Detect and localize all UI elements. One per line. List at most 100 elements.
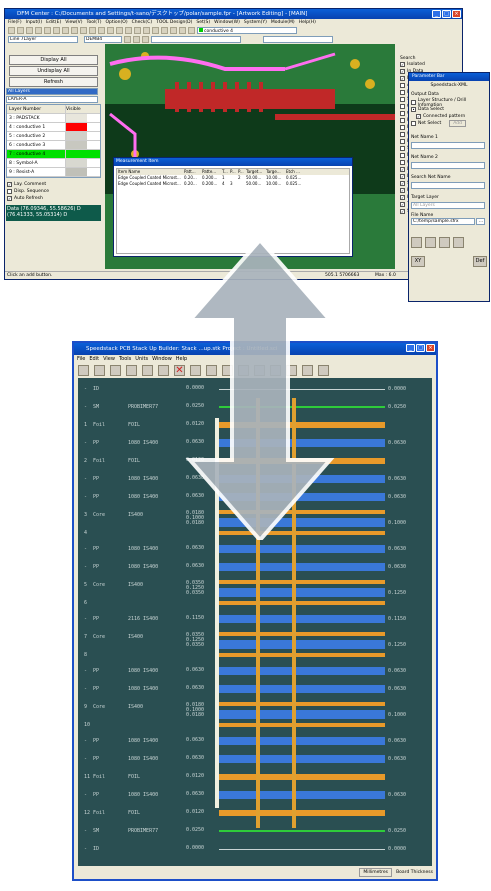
layer-row[interactable]: 7 : conductive 4 [7, 150, 100, 159]
close-button[interactable]: × [426, 344, 435, 352]
net-name-1-field[interactable] [411, 142, 485, 149]
toolbar-button[interactable] [188, 27, 195, 34]
toolbar-button[interactable] [8, 27, 15, 34]
stack-layer-row[interactable]: - PP 1080 IS400 0.0630 0.0630 [78, 734, 432, 748]
display-all-button[interactable]: Display All [9, 55, 98, 65]
menu-item[interactable]: Window [152, 355, 172, 363]
toolbar-button[interactable] [35, 27, 42, 34]
toolbar-button[interactable] [152, 27, 159, 34]
stack-layer-row[interactable]: - PP 1080 IS400 0.0630 0.0630 [78, 664, 432, 678]
layer-color-swatch[interactable] [65, 159, 87, 167]
maximize-button[interactable]: □ [442, 10, 451, 18]
toolbar-button[interactable] [143, 27, 150, 34]
toolbar-button[interactable] [17, 27, 24, 34]
toolbar-button[interactable] [142, 36, 149, 43]
stack-layer-row[interactable]: 12 Foil FOIL 0.0120 [78, 806, 432, 820]
toolbar-button[interactable] [125, 27, 132, 34]
menu-item[interactable]: View(V) [65, 19, 82, 26]
layer-row[interactable]: 5 : conductive 2 [7, 132, 100, 141]
combo-box[interactable] [263, 36, 333, 43]
stack-layer-row[interactable]: - ID 0.0000 0.0000 [78, 842, 432, 856]
all-layers-select[interactable]: All Layers [6, 88, 98, 95]
layer-icon[interactable] [126, 365, 137, 376]
toolbar-button[interactable] [26, 27, 33, 34]
stack-layer-row[interactable]: 9 Core IS400 0.0180 0.1000 0.0180 10 0.1000 [78, 700, 432, 730]
stack-layer-row[interactable]: 5 Core IS400 0.0350 0.1250 0.0350 6 0.1250 [78, 578, 432, 608]
stack-icon[interactable] [78, 365, 89, 376]
net-select-option[interactable]: Net Select Add [411, 120, 487, 127]
add-button[interactable]: Add [449, 120, 466, 127]
drill-icon[interactable] [158, 365, 169, 376]
undisplay-all-button[interactable]: Undisplay All [9, 66, 98, 76]
menu-item[interactable]: Edit [89, 355, 99, 363]
option-checkbox[interactable]: ✓ Auto Refresh [7, 195, 100, 202]
stack-layer-row[interactable]: - PP 1080 IS400 0.0630 0.0630 [78, 560, 432, 574]
file-name-field[interactable]: C:/temp/sample.sfrx [411, 218, 475, 225]
layer-row[interactable]: 9 : Resist-A [7, 168, 100, 177]
menu-item[interactable]: Option(O) [106, 19, 128, 26]
layer-structure-option[interactable]: Layer Structure / Drill Infomation [411, 98, 487, 108]
menu-item[interactable]: Edit(E) [46, 19, 61, 26]
toolbar-button[interactable] [44, 27, 51, 34]
menu-item[interactable]: File(F) [8, 19, 22, 26]
menu-item[interactable]: File [77, 355, 85, 363]
stack-layer-row[interactable]: - PP 2116 IS400 0.1150 0.1150 [78, 612, 432, 626]
layer-select[interactable]: conductive 4 [197, 27, 297, 34]
layer-color-swatch[interactable] [65, 141, 87, 149]
layer-box[interactable]: Line 7Layer [8, 36, 78, 43]
toolbar-button[interactable] [170, 27, 177, 34]
toolbar-button[interactable] [89, 27, 96, 34]
menu-item[interactable]: Module(M) [271, 19, 295, 26]
minimize-button[interactable]: _ [432, 10, 441, 18]
toolbar-button[interactable] [161, 27, 168, 34]
stack-layer-row[interactable]: 7 Core IS400 0.0350 0.1250 0.0350 8 0.1250 [78, 630, 432, 660]
toolbar-button[interactable] [116, 27, 123, 34]
toolbar-button[interactable] [179, 27, 186, 34]
menu-item[interactable]: Set(S) [196, 19, 210, 26]
menu-item[interactable]: Help(H) [299, 19, 316, 26]
toolbar-button[interactable] [62, 27, 69, 34]
cell-box[interactable]: DEMB4 [84, 36, 122, 43]
menu-item[interactable]: System(Y) [244, 19, 267, 26]
connected-pattern-check[interactable]: ✓ Connected pattern [416, 113, 487, 120]
layer-color-swatch[interactable] [65, 123, 87, 131]
layer-row[interactable]: 4 : conductive 1 [7, 123, 100, 132]
refresh-button[interactable]: Refresh [9, 77, 98, 87]
layer-color-swatch[interactable] [65, 168, 87, 176]
export-icon[interactable] [411, 237, 422, 248]
layer-row[interactable]: 3 : PADSTACK [7, 114, 100, 123]
layer-row[interactable]: 8 : Symbol-A [7, 159, 100, 168]
stack-layer-row[interactable]: - PP 1080 IS400 0.0630 0.0630 [78, 542, 432, 556]
layer-color-swatch[interactable] [65, 132, 87, 140]
menu-item[interactable]: Units [135, 355, 148, 363]
add-layer-icon[interactable] [142, 365, 153, 376]
stack-layer-row[interactable]: 11 Foil FOIL 0.0120 [78, 770, 432, 784]
stack-layer-row[interactable]: - PP 1080 IS400 0.0630 0.0630 [78, 788, 432, 802]
target-layer-select[interactable]: All Layers [411, 202, 485, 209]
layer-a-select[interactable]: LAYER-A [6, 96, 98, 103]
layer-color-swatch[interactable] [65, 150, 87, 158]
layer-color-swatch[interactable] [65, 114, 87, 122]
toolbar-button[interactable] [124, 36, 131, 43]
stack-layer-row[interactable]: - PP 1080 IS400 0.0630 0.0630 [78, 682, 432, 696]
toolbar-button[interactable] [71, 27, 78, 34]
layer-swap-icon[interactable] [425, 237, 436, 248]
xy-button[interactable]: XY [411, 256, 425, 267]
materials-icon[interactable] [110, 365, 121, 376]
stack-layer-row[interactable]: - SM PROBIMER77 0.0250 0.0250 [78, 824, 432, 838]
toolbar-button[interactable] [133, 36, 140, 43]
close-button[interactable]: × [452, 10, 461, 18]
table-row[interactable]: Edge Coupled Coated Microst... 0.20... 0.2… [117, 181, 349, 187]
menu-item[interactable]: Tools [119, 355, 131, 363]
toolbar-button[interactable] [98, 27, 105, 34]
menu-item[interactable]: TOOL Design(D) [156, 19, 192, 26]
toolbar-button[interactable] [53, 27, 60, 34]
stack-layer-row[interactable]: - PP 1080 IS400 0.0630 0.0630 [78, 752, 432, 766]
def-button[interactable]: Def [473, 256, 487, 267]
menu-item[interactable]: Check(C) [132, 19, 153, 26]
minimize-button[interactable]: _ [406, 344, 415, 352]
combo-box[interactable] [151, 36, 241, 43]
menu-item[interactable]: Window(W) [214, 19, 240, 26]
net-name-2-field[interactable] [411, 162, 485, 169]
option-checkbox[interactable]: Disp. Sequence [7, 188, 100, 195]
